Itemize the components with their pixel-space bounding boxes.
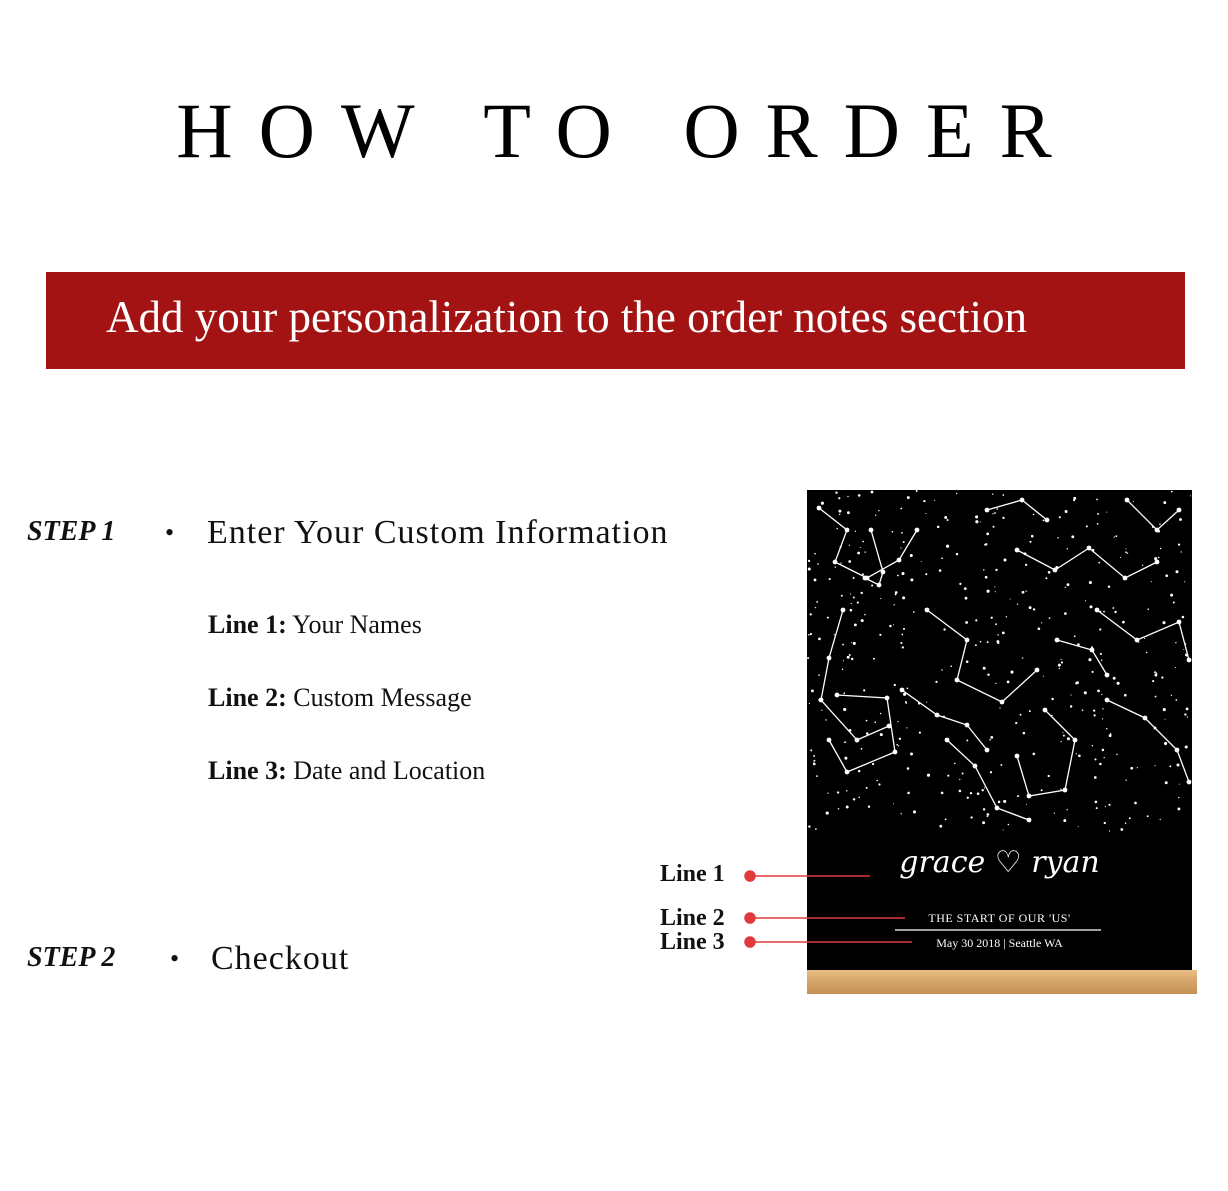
callout-dot-2 <box>744 912 756 924</box>
callout-dot-1 <box>744 870 756 882</box>
callout-dot-3 <box>744 936 756 948</box>
callout-connectors <box>744 870 912 948</box>
